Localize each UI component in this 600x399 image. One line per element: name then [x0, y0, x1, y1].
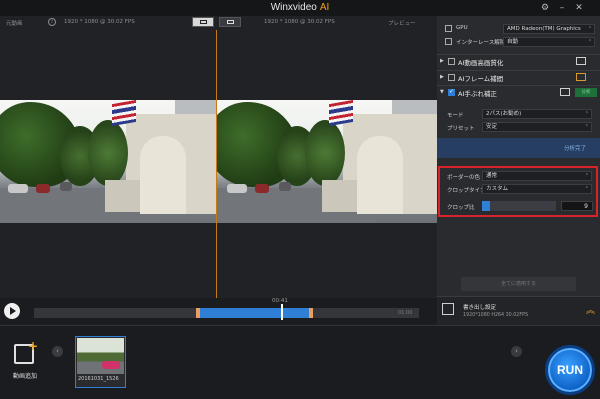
app-title: Winxvideo AI: [0, 2, 600, 13]
chevron-down-icon: ⌃: [584, 124, 589, 130]
original-label: 元動画: [6, 21, 23, 27]
preset-label: プリセット: [447, 126, 475, 132]
playhead[interactable]: [281, 304, 283, 320]
deinterlace-select[interactable]: 自動 ⌃: [503, 37, 595, 47]
collapse-icon: ▼: [440, 89, 444, 95]
mode-select-value: 2パス(お勧め): [486, 111, 522, 117]
chevron-down-icon: ⌃: [587, 39, 592, 45]
media-library: + 動画追加 ‹ 20161031_1526 ›: [0, 325, 600, 399]
gpu-select-value: AMD Radeon(TM) Graphics: [507, 26, 581, 32]
title-bar: Winxvideo AI ⚙ – ✕: [0, 0, 600, 16]
frame-interpolation-checkbox[interactable]: [448, 74, 455, 81]
close-icon[interactable]: ✕: [572, 1, 586, 15]
preview-resolution: 1920 * 1080 @ 30.02 FPS: [264, 19, 335, 25]
expand-icon: ▶: [440, 74, 444, 80]
preview-label: プレビュー: [388, 21, 416, 27]
deinterlace-checkbox[interactable]: [445, 38, 452, 45]
export-settings-icon: [442, 303, 454, 315]
split-view-button[interactable]: [192, 17, 214, 27]
deinterlace-select-value: 自動: [507, 39, 519, 45]
section-frame-interpolation[interactable]: ▶ AIフレーム補間: [437, 70, 600, 83]
export-settings-title: 書き出し設定: [463, 305, 497, 311]
run-button[interactable]: RUN: [545, 345, 595, 395]
frame-interpolation-label: AIフレーム補間: [458, 75, 504, 83]
preview-area: 元動画 i 1920 * 1080 @ 30.02 FPS 1920 * 108…: [0, 16, 437, 304]
play-button[interactable]: [4, 303, 20, 319]
side-by-side-button[interactable]: [219, 17, 241, 27]
chevron-up-icon[interactable]: ︽: [586, 303, 595, 316]
settings-icon[interactable]: ⚙: [538, 1, 552, 15]
timeline-selection[interactable]: [198, 308, 311, 318]
split-divider[interactable]: [216, 30, 217, 304]
minimize-icon[interactable]: –: [555, 1, 569, 15]
frames-icon: [576, 73, 586, 81]
stabilization-checkbox[interactable]: [448, 88, 455, 96]
expand-icon: ▶: [440, 58, 444, 64]
gpu-label: GPU: [456, 25, 468, 31]
add-video-button[interactable]: + 動画追加: [8, 339, 42, 384]
expand-arrows-icon: [576, 57, 586, 65]
original-resolution: 1920 * 1080 @ 30.02 FPS: [64, 19, 135, 25]
add-video-label: 動画追加: [12, 373, 37, 380]
mode-label: モード: [447, 113, 464, 119]
scroll-left-icon[interactable]: ‹: [52, 346, 63, 357]
current-time: 00:41: [272, 298, 288, 304]
app-name: Winxvideo: [270, 2, 317, 13]
ai-enhance-checkbox[interactable]: [448, 58, 455, 65]
playback-bar: 00:41 01:00: [0, 298, 437, 324]
mode-select[interactable]: 2パス(お勧め) ⌃: [482, 109, 592, 119]
trim-start-handle[interactable]: [196, 308, 200, 318]
export-settings-info: 1920*1080 H264 30.02FPS: [463, 313, 529, 318]
chevron-down-icon: ⌃: [584, 111, 589, 117]
original-video-frame: [0, 100, 216, 223]
plus-icon: +: [28, 339, 39, 353]
section-stabilization[interactable]: ▼ AI手ぶれ補正 分析: [437, 85, 600, 98]
preset-select-value: 安定: [486, 124, 498, 130]
gpu-checkbox[interactable]: [445, 25, 452, 32]
scroll-right-icon[interactable]: ›: [511, 346, 522, 357]
info-icon[interactable]: i: [48, 18, 56, 26]
thumbnail-label: 20161031_1526: [78, 376, 119, 382]
video-thumbnail[interactable]: 20161031_1526: [75, 336, 126, 388]
trim-end-handle[interactable]: [309, 308, 313, 318]
highlight-box: [438, 166, 598, 217]
chevron-down-icon: ⌃: [587, 26, 592, 32]
analysis-complete-text: 分析完了: [563, 146, 586, 152]
preview-toolbar: 元動画 i 1920 * 1080 @ 30.02 FPS 1920 * 108…: [0, 16, 437, 30]
preview-video-frame: [217, 100, 437, 223]
run-label: RUN: [557, 363, 583, 377]
ai-enhance-label: AI動画高画質化: [458, 59, 504, 67]
app-title-accent: AI: [319, 2, 330, 13]
analyze-button[interactable]: 分析: [575, 88, 597, 97]
deinterlace-label: インターレース解除: [456, 40, 506, 46]
export-settings-bar[interactable]: 書き出し設定 1920*1080 H264 30.02FPS ︽: [437, 296, 600, 325]
camera-icon: [560, 88, 570, 96]
stabilization-label: AI手ぶれ補正: [458, 90, 497, 98]
apply-all-button[interactable]: 全てに適用する: [461, 277, 576, 291]
section-ai-enhance[interactable]: ▶ AI動画高画質化: [437, 54, 600, 67]
analysis-status-bar[interactable]: 分析完了: [437, 138, 600, 158]
preset-select[interactable]: 安定 ⌃: [482, 122, 592, 132]
gpu-select[interactable]: AMD Radeon(TM) Graphics ⌃: [503, 24, 595, 34]
end-time: 01:00: [398, 310, 413, 316]
